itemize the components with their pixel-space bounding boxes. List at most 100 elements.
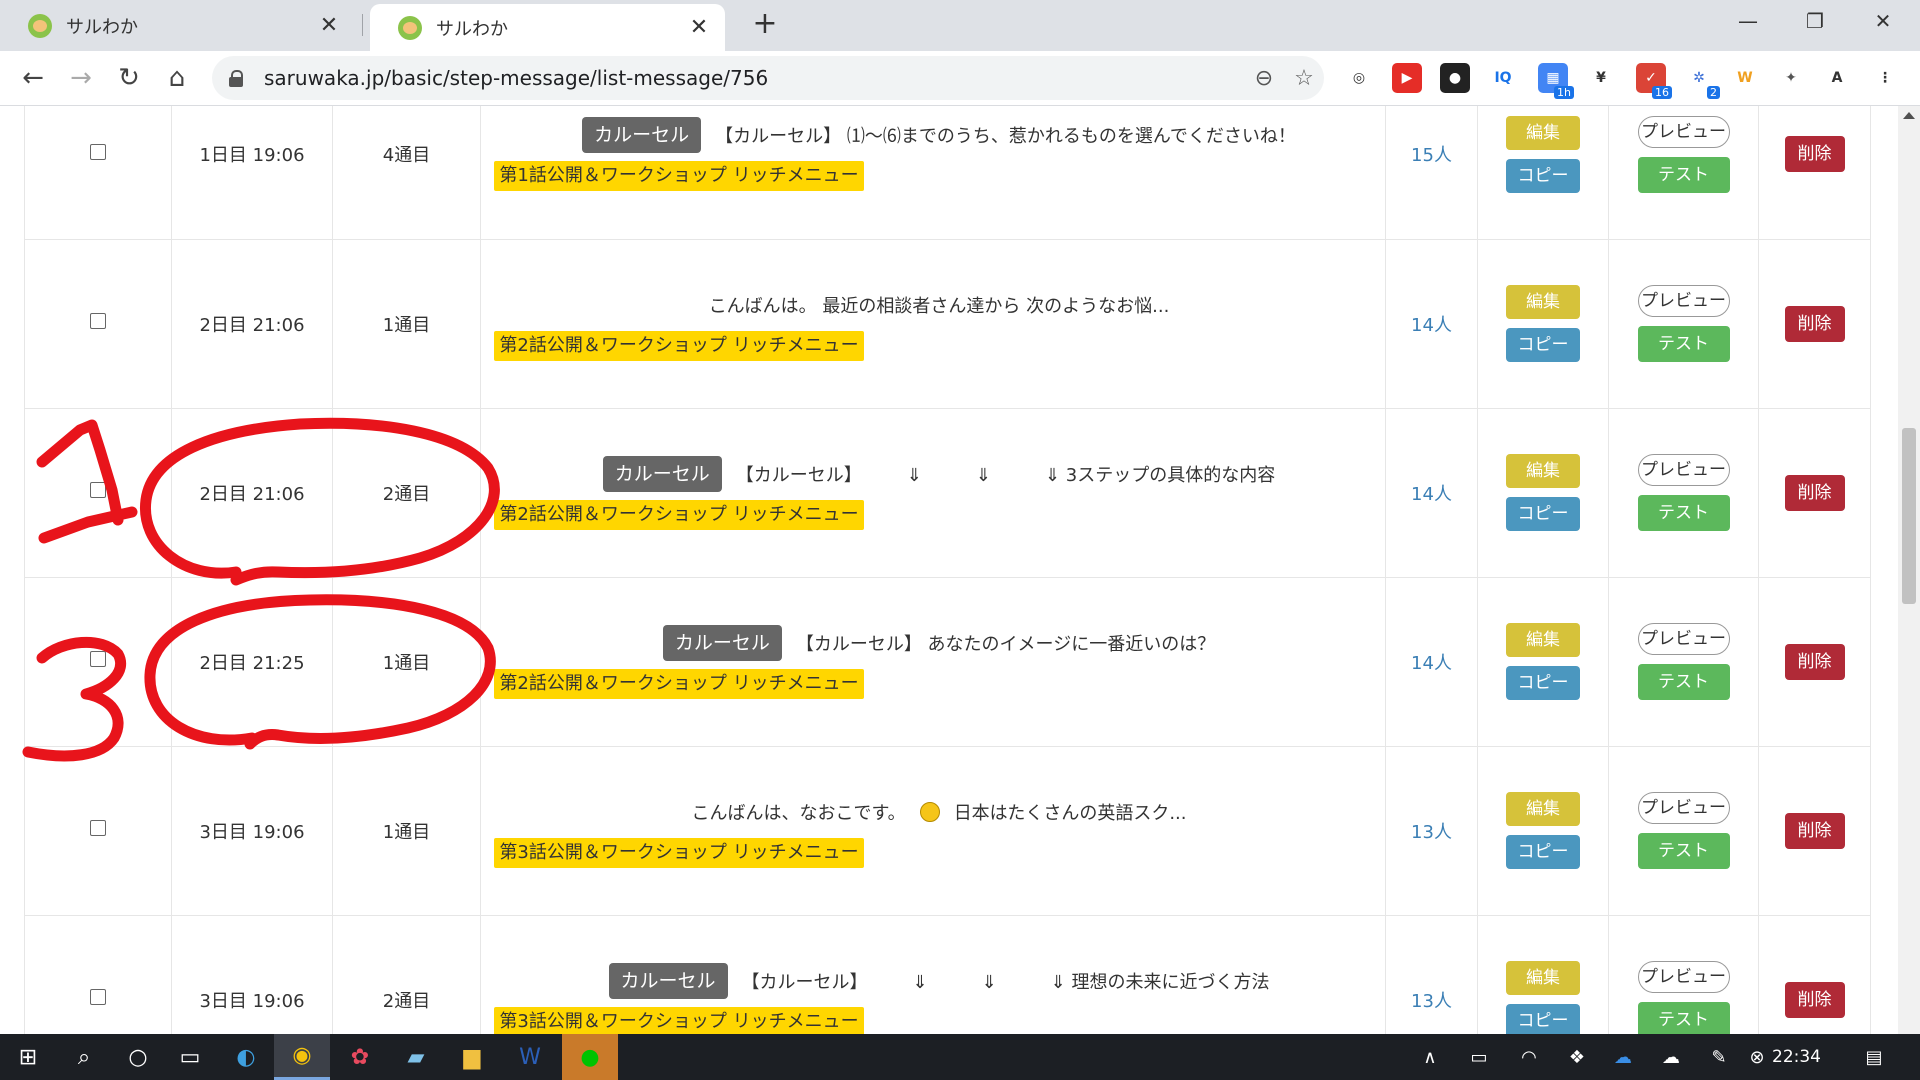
yen-icon[interactable]: ¥ [1586,63,1616,93]
file-explorer-icon[interactable]: ▆ [444,1034,500,1080]
delete-cell: 削除 [1758,106,1871,240]
edit-button[interactable]: 編集 [1506,961,1580,995]
recipient-count-link[interactable]: 14人 [1411,484,1452,505]
copy-button[interactable]: コピー [1506,1004,1580,1034]
menu-icon[interactable]: ⋮ [1870,63,1900,93]
copy-button[interactable]: コピー [1506,835,1580,869]
test-button[interactable]: テスト [1637,833,1730,869]
delete-button[interactable]: 削除 [1784,981,1845,1018]
recipient-count-link[interactable]: 15人 [1411,145,1452,166]
taskbar-clock[interactable]: 22:34 [1772,1034,1821,1080]
delete-button[interactable]: 削除 [1784,474,1845,511]
onedrive-icon[interactable]: ☁ [1606,1034,1640,1080]
test-button[interactable]: テスト [1637,1002,1730,1034]
edit-button[interactable]: 編集 [1506,115,1580,150]
copy-button[interactable]: コピー [1506,158,1580,193]
windows-start-icon[interactable]: ⊞ [0,1034,56,1080]
wifi-icon[interactable]: ◠ [1512,1034,1546,1080]
battery-icon[interactable]: ▭ [1462,1034,1496,1080]
row-checkbox[interactable] [90,482,106,498]
row-checkbox[interactable] [90,820,106,836]
calendar-icon[interactable]: ▦ 1h [1538,63,1574,99]
chrome-icon[interactable]: ◉ [274,1034,330,1080]
preview-button[interactable]: プレビュー [1637,961,1730,993]
message-content: こんばんは、なおこです。 日本はたくさんの英語スク... 第3話公開＆ワークショップ… [482,794,1384,868]
row-checkbox[interactable] [90,651,106,667]
row-checkbox[interactable] [90,143,106,160]
minimize-button[interactable]: — [1715,0,1781,42]
notepad-icon[interactable]: ▰ [388,1034,444,1080]
scrollbar-thumb[interactable] [1902,428,1916,604]
zoom-icon[interactable]: ⊖ [1244,66,1284,91]
scroll-up-icon[interactable] [1903,112,1915,119]
page-scrollbar[interactable] [1898,106,1920,1034]
preview-button[interactable]: プレビュー [1637,454,1730,486]
todo-icon[interactable]: ✓ 16 [1636,63,1672,99]
test-button[interactable]: テスト [1637,326,1730,362]
tray-chevron-up-icon[interactable]: ∧ [1416,1034,1444,1080]
word-icon[interactable]: W [502,1034,558,1080]
close-tab-icon[interactable]: ✕ [687,15,711,40]
restore-button[interactable]: ❐ [1782,0,1848,42]
ime-off-icon[interactable]: ⊗ [1742,1034,1772,1080]
task-view-icon[interactable]: ▭ [162,1034,218,1080]
edit-button[interactable]: 編集 [1506,623,1580,657]
edit-button[interactable]: 編集 [1506,454,1580,488]
row-checkbox[interactable] [90,989,106,1005]
close-window-button[interactable]: ✕ [1850,0,1916,42]
app-flower-icon[interactable]: ✿ [332,1034,388,1080]
pen-icon[interactable]: ✎ [1702,1034,1736,1080]
recipient-count-link[interactable]: 14人 [1411,315,1452,336]
delete-button[interactable]: 削除 [1784,305,1845,342]
address-bar[interactable]: saruwaka.jp/basic/step-message/list-mess… [212,56,1324,100]
lock-icon[interactable] [228,70,244,87]
w-icon[interactable]: W [1730,63,1760,93]
preview-button[interactable]: プレビュー [1637,115,1730,148]
search-icon[interactable]: ⌕ [56,1034,112,1080]
test-button[interactable]: テスト [1637,156,1730,193]
reload-icon[interactable]: ↻ [112,61,146,95]
edit-button[interactable]: 編集 [1506,285,1580,319]
recipient-count-link[interactable]: 13人 [1411,822,1452,843]
dropbox-icon[interactable]: ❖ [1560,1034,1594,1080]
copy-button[interactable]: コピー [1506,497,1580,531]
line-app-icon[interactable]: ● [562,1034,618,1080]
puzzle-icon[interactable]: ✦ [1776,63,1806,93]
recipient-count-link[interactable]: 13人 [1411,991,1452,1012]
cloud-icon[interactable]: ☁ [1654,1034,1688,1080]
scan-icon[interactable]: ◎ [1344,63,1374,93]
url-text[interactable]: saruwaka.jp/basic/step-message/list-mess… [264,66,1244,90]
copy-button[interactable]: コピー [1506,328,1580,362]
cortana-icon[interactable]: ○ [110,1034,166,1080]
gear-ext-icon[interactable]: ✲ 2 [1684,63,1720,99]
close-tab-icon[interactable]: ✕ [317,13,341,38]
edit-button[interactable]: 編集 [1506,792,1580,826]
test-button[interactable]: テスト [1637,495,1730,531]
iq-icon[interactable]: IQ [1488,63,1518,93]
edge-icon[interactable]: ◐ [218,1034,274,1080]
forward-arrow-icon[interactable]: → [64,61,98,95]
youtube-icon[interactable]: ▶ [1392,63,1422,93]
bookmark-star-icon[interactable]: ☆ [1284,66,1324,91]
tab-saruwaka-1[interactable]: サルわか ✕ [0,0,355,51]
back-arrow-icon[interactable]: ← [16,61,50,95]
home-icon[interactable]: ⌂ [160,61,194,95]
delete-button[interactable]: 削除 [1784,643,1845,680]
ext-icon[interactable]: ● [1440,63,1470,93]
new-tab-button[interactable]: + [748,8,782,42]
notification-icon[interactable]: ▤ [1854,1034,1894,1080]
tab-saruwaka-2[interactable]: サルわか ✕ [370,4,725,51]
row-checkbox[interactable] [90,313,106,329]
delete-button[interactable]: 削除 [1784,136,1845,173]
recipient-count-link[interactable]: 14人 [1411,653,1452,674]
extension-glyph: ▦ [1546,70,1560,86]
test-button[interactable]: テスト [1637,664,1730,700]
copy-button[interactable]: コピー [1506,666,1580,700]
preview-test-cell: プレビュー テスト [1608,238,1759,409]
delete-button[interactable]: 削除 [1784,812,1845,849]
message-cell: こんばんは、なおこです。 日本はたくさんの英語スク... 第3話公開＆ワークショップ… [480,745,1386,916]
preview-button[interactable]: プレビュー [1637,623,1730,655]
profile-icon[interactable]: A [1822,63,1852,93]
preview-button[interactable]: プレビュー [1637,285,1730,317]
preview-button[interactable]: プレビュー [1637,792,1730,824]
